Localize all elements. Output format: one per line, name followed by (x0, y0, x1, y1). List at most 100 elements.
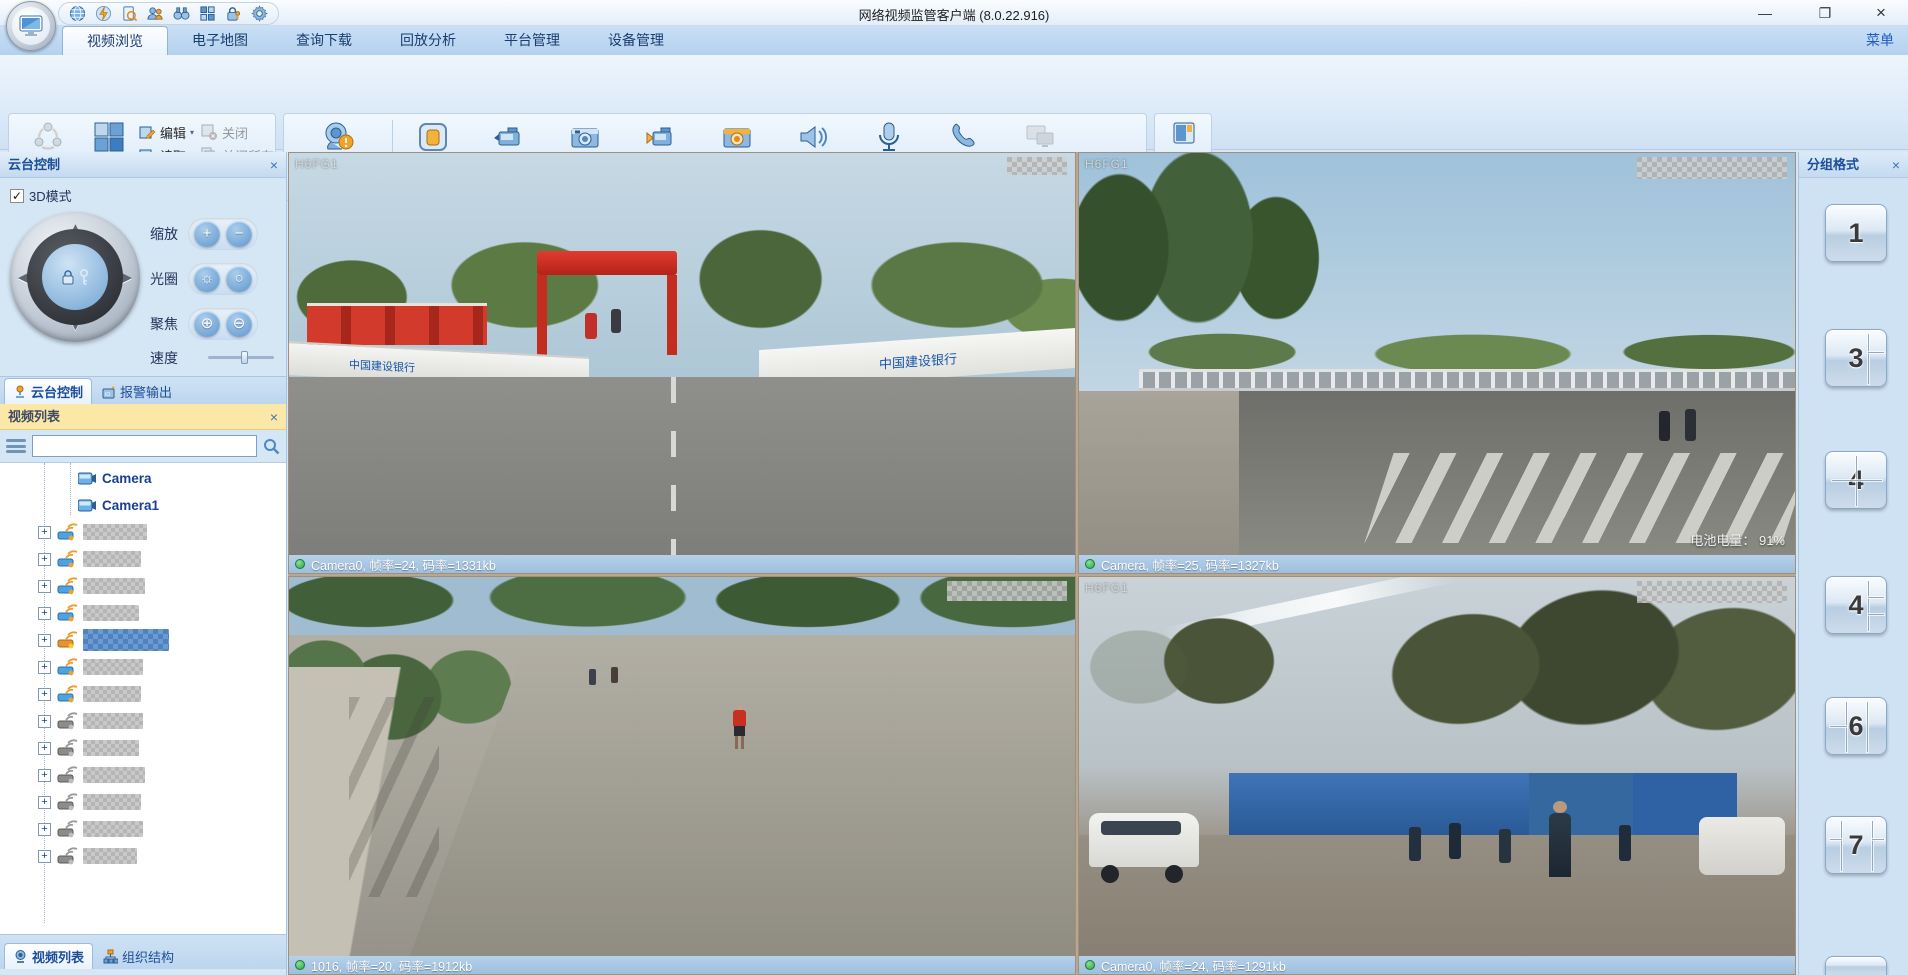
expand-icon[interactable]: + (38, 715, 51, 728)
device-online-icon (56, 522, 78, 542)
device-online-icon (56, 576, 78, 596)
3d-mode-checkbox[interactable]: ✓ 3D模式 (10, 186, 72, 205)
expand-icon[interactable]: + (38, 823, 51, 836)
tab-emap[interactable]: 电子地图 (168, 26, 272, 55)
expand-icon[interactable]: + (38, 796, 51, 809)
restore-button[interactable]: ❐ (1808, 0, 1842, 26)
layout-button-7[interactable]: 7 (1825, 816, 1887, 874)
tab-device[interactable]: 设备管理 (584, 26, 688, 55)
expand-icon[interactable]: + (38, 526, 51, 539)
ptz-lock-hub[interactable] (42, 244, 108, 310)
zoom-in-button[interactable]: + (194, 221, 220, 247)
search-icon[interactable] (263, 438, 280, 455)
edit-group-button[interactable]: 编辑▾ (139, 122, 194, 142)
tab-alarm-output[interactable]: IO 报警输出 (94, 379, 180, 404)
redacted-label (83, 821, 143, 837)
expand-icon[interactable]: + (38, 850, 51, 863)
redacted-label (83, 524, 147, 540)
tree-item-camera[interactable]: Camera (78, 467, 152, 489)
device-offline-icon (56, 738, 78, 758)
layout-button-4[interactable]: 4 (1825, 451, 1887, 509)
redacted-overlay (1007, 157, 1067, 175)
expand-icon[interactable]: + (38, 742, 51, 755)
police-figure (1499, 829, 1511, 863)
tab-platform[interactable]: 平台管理 (480, 26, 584, 55)
expand-icon[interactable]: + (38, 553, 51, 566)
tree-device-offline[interactable]: + (38, 845, 137, 867)
ptz-close-icon[interactable]: × (270, 152, 278, 178)
video-watermark: H6FG1 (1085, 157, 1129, 171)
svg-text:IO: IO (105, 392, 110, 398)
tree-device-online[interactable]: + (38, 548, 141, 570)
iris-close-button[interactable]: ○ (226, 266, 252, 292)
app-menu-orb[interactable] (6, 1, 56, 51)
tab-org-structure[interactable]: 组织结构 (95, 944, 182, 969)
sidewalk (1079, 391, 1239, 557)
stream-stats: 1016, 帧率=20, 码率=1912kb (311, 956, 472, 975)
tree-device-offline[interactable]: + (38, 818, 143, 840)
close-button[interactable]: × (1864, 0, 1898, 26)
focus-far-button[interactable]: ⊖ (226, 311, 252, 337)
tab-query-download[interactable]: 查询下载 (272, 26, 376, 55)
zoom-out-button[interactable]: − (226, 221, 252, 247)
tree-device-offline[interactable]: + (38, 764, 145, 786)
video-status-bar: 1016, 帧率=20, 码率=1912kb (289, 956, 1075, 974)
search-input[interactable] (32, 435, 257, 457)
device-offline-icon (56, 792, 78, 812)
layout-button-partial[interactable] (1825, 956, 1887, 975)
video-list-close-icon[interactable]: × (270, 404, 278, 430)
police-figure (1409, 827, 1421, 861)
device-online-icon (56, 630, 78, 650)
device-offline-icon (56, 765, 78, 785)
tree-device-online[interactable]: + (38, 602, 139, 624)
expand-icon[interactable]: + (38, 688, 51, 701)
focus-near-button[interactable]: ⊕ (194, 311, 220, 337)
expand-icon[interactable]: + (38, 769, 51, 782)
tree-device-selected[interactable]: + (38, 629, 169, 651)
tree-item-camera1[interactable]: Camera1 (78, 494, 159, 516)
video-cell-4[interactable]: H6FG1 Camera0, 帧率=24, 码率=1291kb (1078, 576, 1796, 975)
tree-device-online[interactable]: + (38, 521, 147, 543)
expand-icon[interactable]: + (38, 634, 51, 647)
video-cell-3[interactable]: 1016, 帧率=20, 码率=1912kb (288, 576, 1076, 975)
tree-device-online[interactable]: + (38, 683, 141, 705)
layout-button-3[interactable]: 3 (1825, 329, 1887, 387)
tab-playback[interactable]: 回放分析 (376, 26, 480, 55)
layout-panel-close-icon[interactable]: × (1892, 152, 1900, 178)
device-online-icon (56, 603, 78, 623)
new-grid-icon (92, 120, 126, 154)
video-cell-1[interactable]: 中国建设银行 中国建设银行 H6FG1 Camera0, 帧率=24, 码率=1… (288, 152, 1076, 574)
redacted-label (83, 794, 141, 810)
tab-video-list[interactable]: 视频列表 (4, 943, 93, 969)
ptz-joystick[interactable]: ▲ ▼ ◀ ▶ (10, 212, 140, 342)
list-menu-icon[interactable] (6, 439, 26, 453)
layout-button-4b[interactable]: 4 (1825, 576, 1887, 634)
menu-button[interactable]: 菜单 (1866, 26, 1894, 55)
slider-thumb[interactable] (241, 351, 248, 364)
redacted-label (83, 713, 143, 729)
tab-ptz-control[interactable]: 云台控制 (4, 378, 92, 404)
tab-video-browse[interactable]: 视频浏览 (62, 26, 168, 55)
runner-torso (733, 710, 746, 726)
redacted-label (83, 659, 143, 675)
expand-icon[interactable]: + (38, 580, 51, 593)
white-cart (1699, 817, 1785, 875)
iris-open-button[interactable]: ☼ (194, 266, 220, 292)
police-figure (1449, 823, 1461, 859)
video-cell-2[interactable]: H6FG1 电池电量： 91% Camera, 帧率=25, 码率=1327kb (1078, 152, 1796, 574)
tree-device-online[interactable]: + (38, 656, 143, 678)
tree-device-offline[interactable]: + (38, 737, 139, 759)
video-status-bar: Camera0, 帧率=24, 码率=1331kb (289, 555, 1075, 573)
device-online-icon (56, 657, 78, 677)
layout-button-1[interactable]: 1 (1825, 204, 1887, 262)
layout-button-6[interactable]: 6 (1825, 697, 1887, 755)
minimize-button[interactable]: — (1748, 0, 1782, 26)
expand-icon[interactable]: + (38, 661, 51, 674)
tree-device-online[interactable]: + (38, 575, 145, 597)
stream-stats: Camera0, 帧率=24, 码率=1291kb (1101, 956, 1286, 975)
speed-slider[interactable] (208, 356, 274, 359)
tree-device-offline[interactable]: + (38, 791, 141, 813)
tree-device-offline[interactable]: + (38, 710, 143, 732)
camera-icon (78, 472, 97, 485)
expand-icon[interactable]: + (38, 607, 51, 620)
